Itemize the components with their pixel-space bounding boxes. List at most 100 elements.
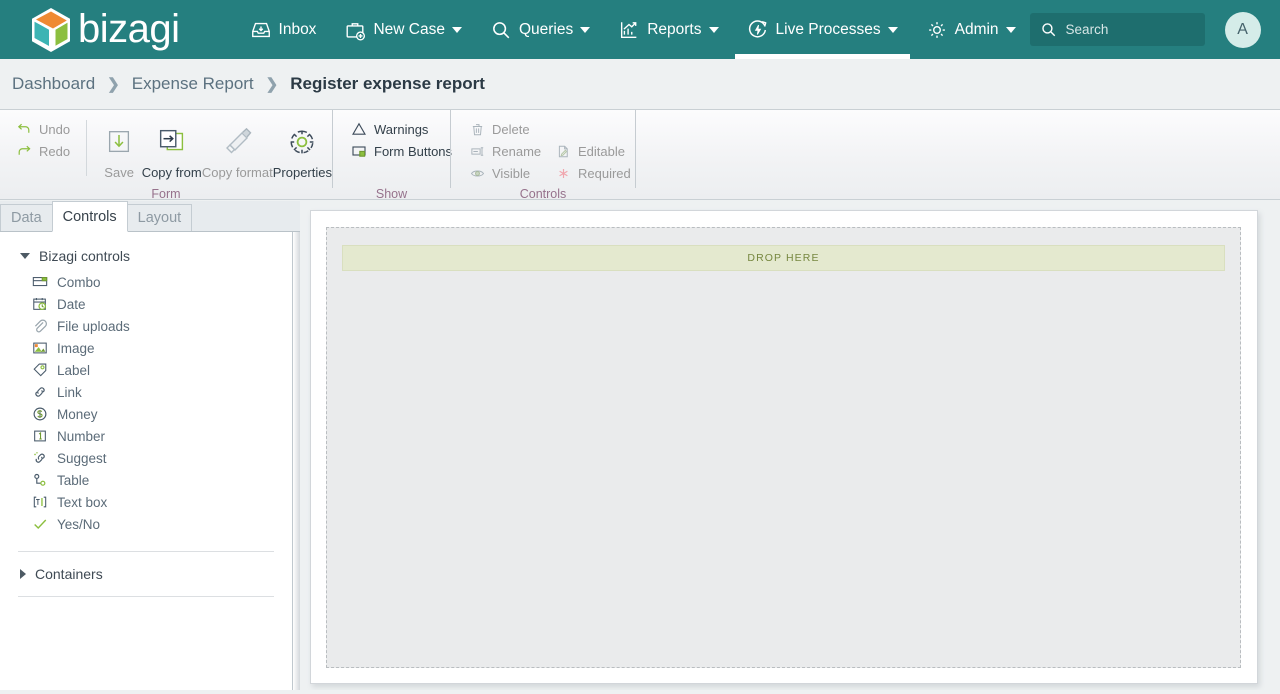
nav-item-inbox[interactable]: Inbox	[236, 0, 331, 59]
redo-button[interactable]: Redo	[8, 140, 78, 162]
rename-icon	[469, 143, 485, 159]
ribbon-group-empty	[635, 110, 1280, 188]
visible-toggle[interactable]: Visible	[461, 162, 545, 184]
tab-label: Data	[11, 210, 42, 226]
button-label: Copy format	[201, 165, 273, 180]
breadcrumb-item-dashboard[interactable]: Dashboard	[12, 74, 95, 94]
avatar[interactable]: A	[1224, 11, 1261, 48]
nav-item-new-case[interactable]: New Case	[330, 0, 476, 59]
required-toggle[interactable]: Required	[547, 162, 639, 184]
form-drop-area[interactable]: DROP HERE	[326, 227, 1241, 668]
undo-redo-stack: Undo Redo	[8, 118, 78, 162]
control-item-table[interactable]: Table	[0, 469, 292, 491]
tab-data[interactable]: Data	[0, 204, 53, 231]
warnings-toggle[interactable]: Warnings	[343, 118, 460, 140]
chevron-down-icon	[451, 26, 462, 33]
control-label: Money	[57, 406, 98, 422]
search-icon	[1040, 21, 1057, 38]
control-label: Suggest	[57, 450, 107, 466]
control-item-image[interactable]: Image	[0, 337, 292, 359]
show-stack: Warnings Form Buttons	[343, 118, 460, 162]
section-divider-bottom	[18, 596, 274, 597]
nav-label: Reports	[647, 20, 702, 38]
button-label: Warnings	[374, 121, 429, 137]
editable-pencil-icon	[555, 143, 571, 159]
control-item-suggest[interactable]: Suggest	[0, 447, 292, 469]
undo-button[interactable]: Undo	[8, 118, 78, 140]
live-process-bolt-icon	[747, 19, 769, 41]
nav-label: Inbox	[278, 20, 317, 38]
control-label: Combo	[57, 274, 101, 290]
breadcrumb-current-page: Register expense report	[290, 74, 485, 93]
nav-label: Admin	[954, 20, 999, 38]
button-label: Redo	[39, 143, 71, 159]
tab-controls[interactable]: Controls	[51, 201, 128, 232]
chevron-right-icon: ❯	[265, 76, 279, 93]
control-item-date[interactable]: Date	[0, 293, 292, 315]
search-input[interactable]	[1065, 22, 1186, 37]
control-label: File uploads	[57, 318, 130, 334]
section-containers[interactable]: Containers	[0, 562, 292, 586]
control-item-file-uploads[interactable]: File uploads	[0, 315, 292, 337]
control-label: Yes/No	[57, 516, 101, 532]
bar-chart-arrow-icon	[618, 19, 640, 41]
form-buttons-toggle[interactable]: Form Buttons	[343, 140, 460, 162]
button-label: Editable	[578, 143, 625, 159]
editable-toggle[interactable]: Editable	[547, 140, 639, 162]
delete-button[interactable]: Delete	[461, 118, 545, 140]
button-label: Rename	[492, 143, 542, 159]
combo-box-icon	[32, 274, 48, 290]
control-label: Link	[57, 384, 82, 400]
nav-item-admin[interactable]: Admin	[912, 0, 1030, 59]
tab-layout[interactable]: Layout	[126, 204, 193, 231]
triangle-down-icon	[20, 253, 30, 259]
bizagi-controls-list: Combo Date File uploads Image Label Link…	[0, 271, 292, 535]
checkmark-icon	[32, 516, 48, 532]
ribbon-toolbar: Undo Redo Save Copy from Copy format Pro…	[0, 110, 1280, 201]
section-bizagi-controls[interactable]: Bizagi controls	[0, 244, 292, 268]
nav-item-live-processes[interactable]: Live Processes	[733, 0, 912, 59]
save-button[interactable]: Save	[97, 118, 142, 180]
control-item-number[interactable]: Number	[0, 425, 292, 447]
nav-item-reports[interactable]: Reports	[604, 0, 732, 59]
control-item-label[interactable]: Label	[0, 359, 292, 381]
breadcrumb: Dashboard ❯ Expense Report ❯ Register ex…	[0, 59, 1280, 110]
global-search-box[interactable]	[1029, 13, 1205, 46]
paperclip-icon	[32, 318, 48, 334]
control-item-yes-no[interactable]: Yes/No	[0, 513, 292, 535]
gear-icon	[926, 19, 948, 41]
drop-here-zone[interactable]: DROP HERE	[342, 245, 1225, 271]
properties-button[interactable]: Properties	[273, 118, 332, 180]
section-divider-top	[18, 551, 274, 552]
button-label: Form Buttons	[374, 143, 453, 159]
bizagi-cube-logo-icon	[32, 7, 70, 52]
copy-from-button[interactable]: Copy from	[141, 118, 202, 180]
copy-format-button[interactable]: Copy format	[202, 118, 273, 180]
chevron-down-icon	[887, 26, 898, 33]
breadcrumb-item-expense-report[interactable]: Expense Report	[132, 74, 254, 94]
tab-label: Controls	[62, 208, 117, 225]
trash-icon	[469, 121, 485, 137]
button-label: Delete	[492, 121, 530, 137]
chevron-down-icon	[708, 26, 719, 33]
control-item-combo[interactable]: Combo	[0, 271, 292, 293]
nav-items: Inbox New Case Queries Reports Live Proc…	[236, 0, 1030, 59]
control-item-link[interactable]: Link	[0, 381, 292, 403]
tab-label: Layout	[137, 210, 182, 226]
control-label: Image	[57, 340, 95, 356]
panel-vertical-scrollbar[interactable]	[293, 232, 300, 694]
ribbon-inner-divider	[86, 120, 87, 176]
control-item-text-box[interactable]: Text box	[0, 491, 292, 513]
control-item-money[interactable]: Money	[0, 403, 292, 425]
bizagi-logo[interactable]: bizagi	[30, 0, 180, 59]
avatar-initial: A	[1237, 20, 1248, 38]
section-title: Containers	[35, 566, 103, 582]
control-label: Date	[57, 296, 86, 312]
rename-button[interactable]: Rename	[461, 140, 545, 162]
search-icon	[490, 19, 512, 41]
nav-item-queries[interactable]: Queries	[476, 0, 604, 59]
ribbon-group-show: Warnings Form Buttons Show	[332, 110, 452, 201]
redo-arrow-icon	[16, 143, 32, 159]
eye-icon	[469, 165, 485, 181]
control-label: Table	[57, 472, 90, 488]
